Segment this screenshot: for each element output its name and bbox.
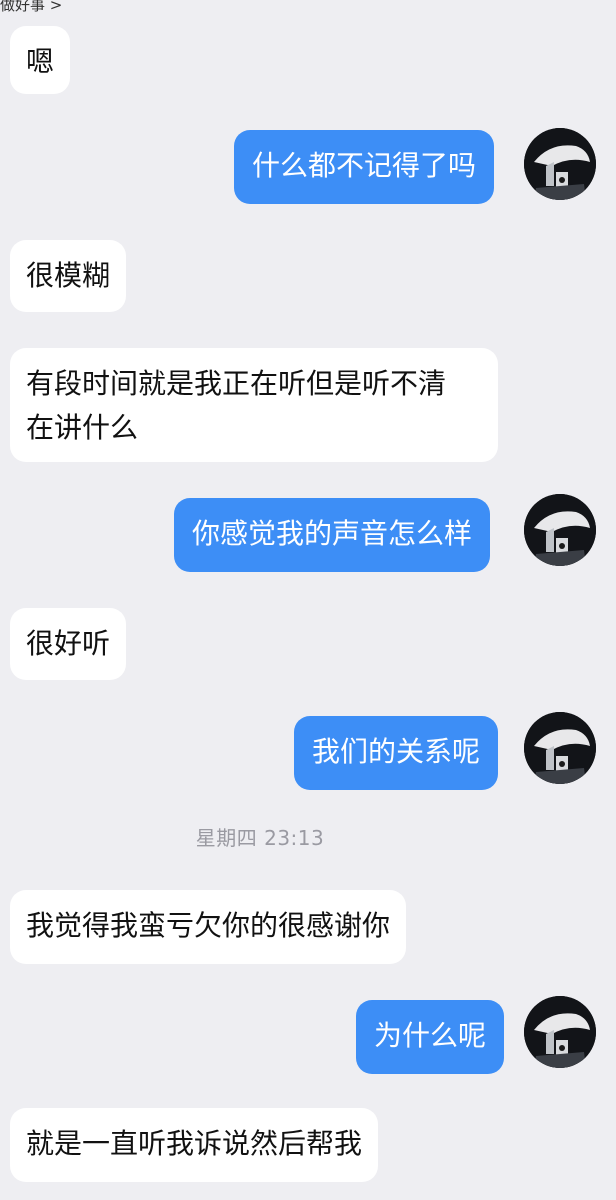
incoming-message-bubble[interactable]: 我觉得我蛮亏欠你的很感谢你	[10, 890, 407, 964]
outgoing-message-bubble[interactable]: 你感觉我的声音怎么样	[174, 498, 491, 572]
outgoing-message-bubble[interactable]: 什么都不记得了吗	[234, 130, 495, 204]
message-line: 在讲什么	[26, 411, 139, 444]
incoming-message-bubble[interactable]: 很好听	[10, 608, 127, 680]
incoming-message-bubble[interactable]: 很模糊	[10, 240, 127, 312]
incoming-message-bubble[interactable]: 有段时间就是我正在听但是听不清 在讲什么	[10, 348, 498, 462]
outgoing-message-bubble[interactable]: 我们的关系呢	[294, 716, 499, 790]
message-timestamp: 星期四 23:13	[195, 826, 325, 850]
message-line: 有段时间就是我正在听但是听不清	[26, 367, 447, 400]
user-avatar-icon[interactable]	[524, 996, 596, 1068]
user-avatar-icon[interactable]	[524, 712, 596, 784]
user-avatar-icon[interactable]	[524, 128, 596, 200]
user-avatar-icon[interactable]	[524, 494, 596, 566]
chat-conversation: 做好事 > 嗯 什么都不记得了吗 很模糊 有段时间就是我正在听但是听不清 在讲什…	[0, 0, 616, 1200]
top-link[interactable]: 做好事 >	[0, 0, 62, 15]
incoming-message-bubble[interactable]: 就是一直听我诉说然后帮我	[10, 1108, 379, 1182]
incoming-message-bubble[interactable]: 嗯	[10, 26, 71, 94]
outgoing-message-bubble[interactable]: 为什么呢	[356, 1000, 505, 1074]
